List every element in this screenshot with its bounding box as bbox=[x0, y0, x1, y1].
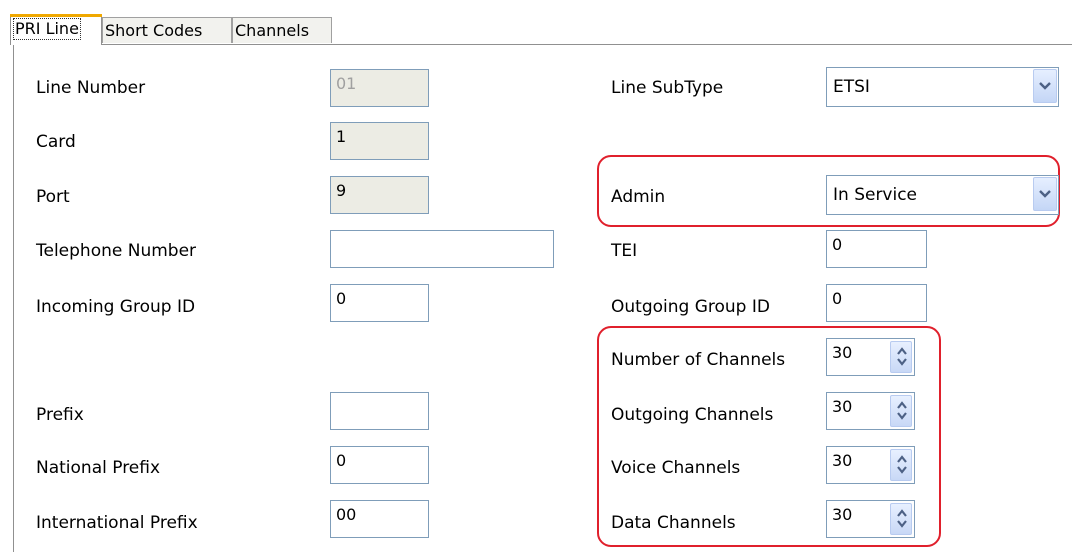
international-prefix-input[interactable]: 00 bbox=[330, 500, 429, 538]
spinner-arrows-icon[interactable] bbox=[890, 449, 912, 481]
international-prefix-label: International Prefix bbox=[36, 513, 198, 533]
tei-input[interactable]: 0 bbox=[826, 230, 927, 268]
outgoing-channels-spinner[interactable]: 30 bbox=[826, 392, 915, 430]
number-of-channels-spinner[interactable]: 30 bbox=[826, 338, 915, 376]
port-field[interactable]: 9 bbox=[330, 176, 429, 214]
data-channels-spinner[interactable]: 30 bbox=[826, 500, 915, 538]
outgoing-channels-value: 30 bbox=[832, 397, 853, 416]
tei-label: TEI bbox=[611, 241, 638, 261]
active-tab-accent bbox=[10, 14, 102, 17]
outgoing-group-id-input[interactable]: 0 bbox=[826, 284, 927, 322]
tab-label: PRI Line bbox=[13, 18, 81, 40]
line-subtype-select[interactable]: ETSI bbox=[826, 67, 1059, 107]
chevron-down-icon[interactable] bbox=[1033, 177, 1057, 211]
national-prefix-input[interactable]: 0 bbox=[330, 446, 429, 484]
telephone-number-input[interactable] bbox=[330, 230, 554, 268]
line-subtype-value: ETSI bbox=[833, 77, 870, 97]
line-number-field[interactable]: 01 bbox=[330, 69, 429, 107]
chevron-down-icon[interactable] bbox=[1033, 69, 1057, 103]
tab-short-codes[interactable]: Short Codes bbox=[102, 17, 232, 43]
prefix-label: Prefix bbox=[36, 405, 84, 425]
top-strip bbox=[0, 0, 1072, 14]
spinner-arrows-icon[interactable] bbox=[890, 395, 912, 427]
outgoing-channels-label: Outgoing Channels bbox=[611, 405, 774, 425]
tab-label: Short Codes bbox=[105, 21, 203, 40]
national-prefix-label: National Prefix bbox=[36, 458, 161, 478]
voice-channels-label: Voice Channels bbox=[611, 458, 741, 478]
data-channels-label: Data Channels bbox=[611, 513, 736, 533]
tab-pri-line[interactable]: PRI Line bbox=[10, 14, 102, 45]
admin-label: Admin bbox=[611, 187, 666, 207]
number-of-channels-label: Number of Channels bbox=[611, 350, 786, 370]
line-number-label: Line Number bbox=[36, 78, 146, 98]
tab-label: Channels bbox=[235, 21, 310, 40]
admin-value: In Service bbox=[833, 185, 918, 205]
incoming-group-id-label: Incoming Group ID bbox=[36, 297, 196, 317]
card-field[interactable]: 1 bbox=[330, 122, 429, 160]
admin-select[interactable]: In Service bbox=[826, 175, 1059, 215]
tab-channels[interactable]: Channels bbox=[232, 17, 332, 43]
spinner-arrows-icon[interactable] bbox=[890, 341, 912, 373]
card-label: Card bbox=[36, 132, 76, 152]
port-label: Port bbox=[36, 187, 70, 207]
voice-channels-value: 30 bbox=[832, 451, 853, 470]
data-channels-value: 30 bbox=[832, 505, 853, 524]
telephone-number-label: Telephone Number bbox=[36, 241, 197, 261]
outgoing-group-id-label: Outgoing Group ID bbox=[611, 297, 770, 317]
voice-channels-spinner[interactable]: 30 bbox=[826, 446, 915, 484]
number-of-channels-value: 30 bbox=[832, 343, 853, 362]
incoming-group-id-input[interactable]: 0 bbox=[330, 284, 429, 322]
prefix-input[interactable] bbox=[330, 392, 429, 430]
line-subtype-label: Line SubType bbox=[611, 78, 724, 98]
spinner-arrows-icon[interactable] bbox=[890, 503, 912, 535]
